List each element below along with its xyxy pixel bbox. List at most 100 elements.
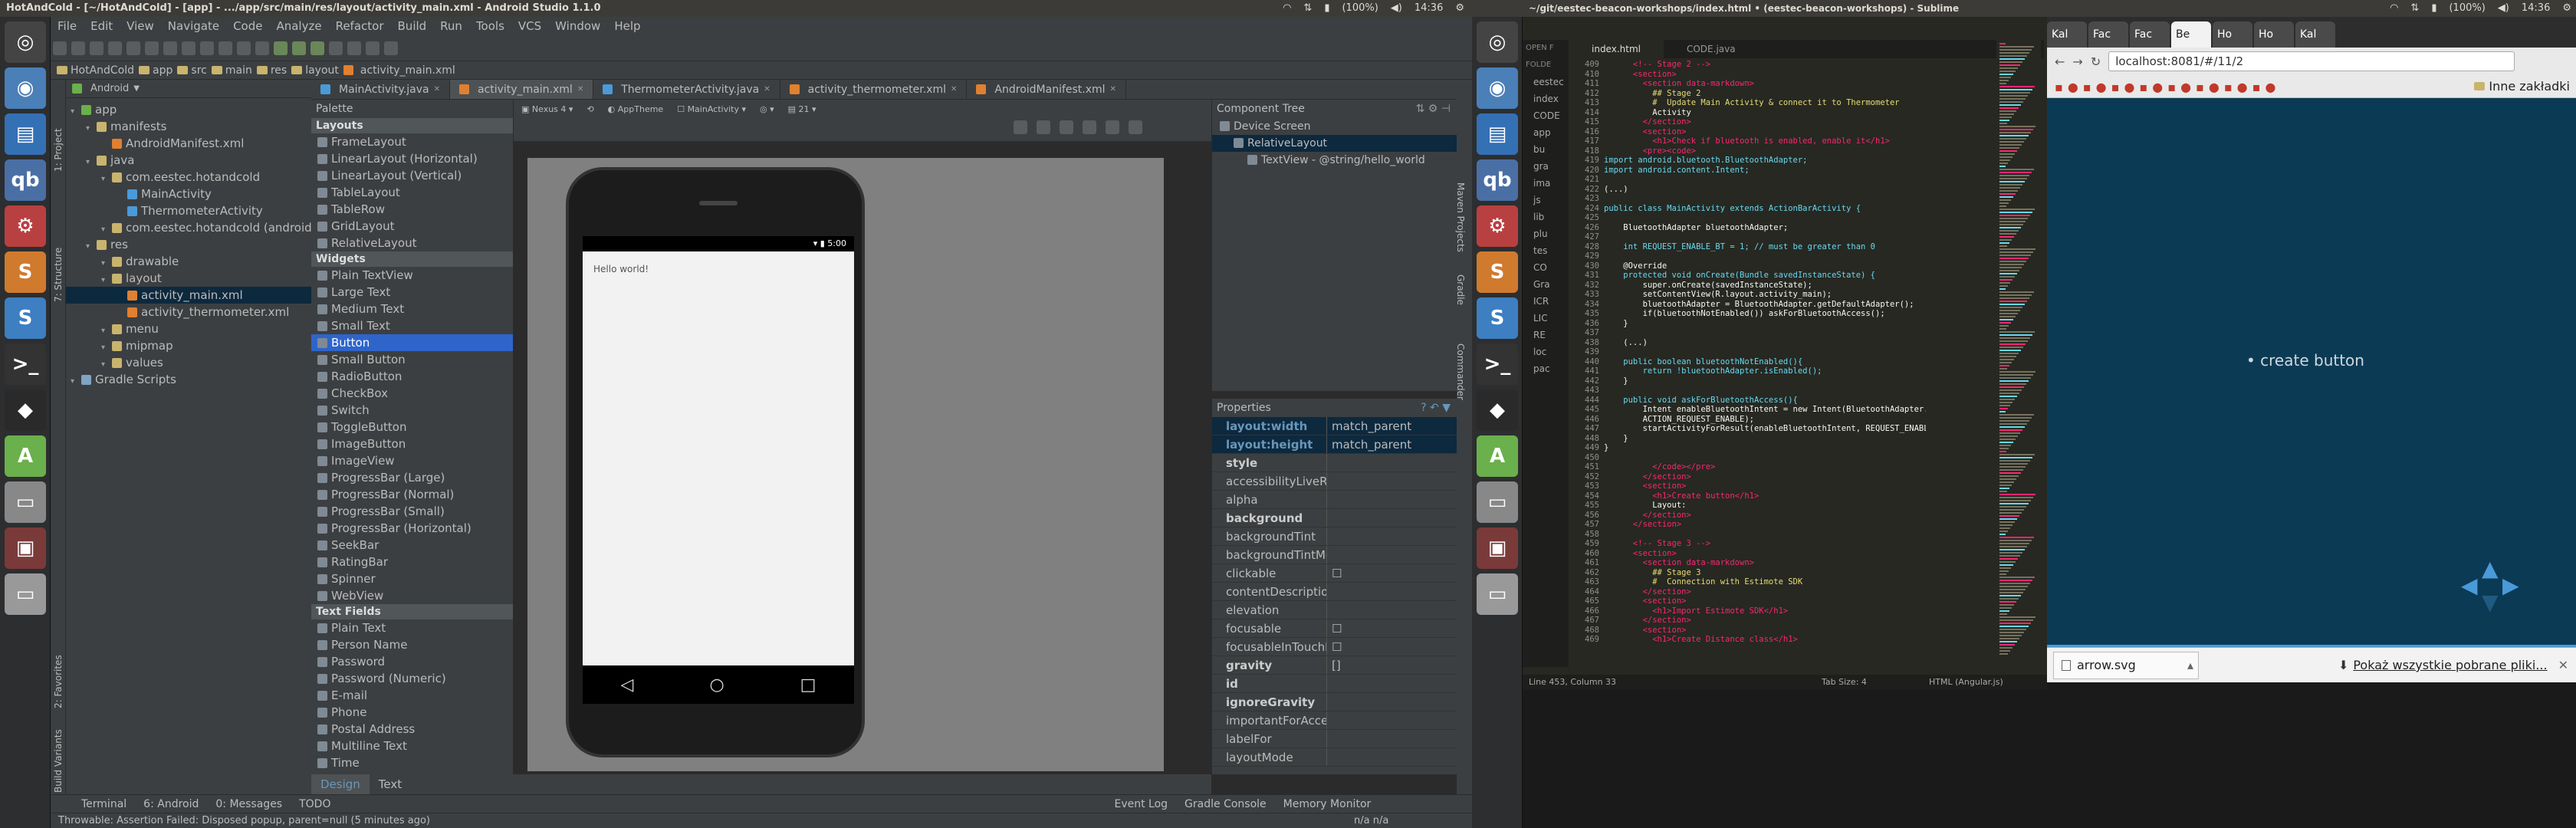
palette-item[interactable]: Switch: [311, 402, 513, 419]
zoom-fit-icon[interactable]: [1014, 120, 1027, 134]
breadcrumb-item[interactable]: layout: [291, 64, 339, 77]
palette-item[interactable]: Password (Numeric): [311, 670, 513, 687]
property-value[interactable]: ☐: [1327, 638, 1457, 656]
sublime-icon[interactable]: S: [5, 251, 46, 293]
gear-icon[interactable]: ⚙: [2562, 0, 2571, 17]
drive-icon[interactable]: ▭: [1477, 481, 1518, 523]
breadcrumb-item[interactable]: activity_main.xml: [343, 64, 455, 77]
property-value[interactable]: [1327, 454, 1457, 472]
property-row[interactable]: accessibilityLiveReg: [1212, 472, 1457, 491]
editor-tab[interactable]: MainActivity.java ✕: [311, 80, 450, 99]
palette-item[interactable]: LinearLayout (Horizontal): [311, 150, 513, 167]
property-row[interactable]: background: [1212, 509, 1457, 527]
property-value[interactable]: []: [1327, 656, 1457, 674]
palette-item[interactable]: Medium Text: [311, 301, 513, 317]
property-value[interactable]: [1327, 675, 1457, 692]
property-row[interactable]: layout:width match_parent: [1212, 417, 1457, 435]
menu-edit[interactable]: Edit: [84, 17, 120, 35]
expand-arrow-icon[interactable]: ▾: [71, 373, 81, 390]
palette-item[interactable]: FrameLayout: [311, 133, 513, 150]
document-icon[interactable]: ▤: [1477, 113, 1518, 155]
editor-tab[interactable]: activity_thermometer.xml ✕: [780, 80, 968, 99]
project-tree-item[interactable]: ▾ mipmap: [66, 337, 311, 354]
property-row[interactable]: contentDescription: [1212, 583, 1457, 601]
stop-icon[interactable]: [329, 41, 343, 55]
gear-icon[interactable]: ⚙: [1455, 0, 1464, 17]
breadcrumb-item[interactable]: main: [211, 64, 252, 77]
download-item[interactable]: arrow.svg ▴: [2053, 651, 2199, 679]
palette-group-header[interactable]: Text Fields: [311, 604, 513, 619]
project-tree-item[interactable]: MainActivity: [66, 186, 311, 202]
component-tree-item[interactable]: RelativeLayout: [1212, 135, 1457, 152]
close-tab-icon[interactable]: ✕: [1110, 80, 1116, 100]
skype-icon[interactable]: S: [5, 297, 46, 339]
chromium-icon[interactable]: ◉: [1477, 67, 1518, 109]
palette-item[interactable]: Plain Text: [311, 619, 513, 636]
sidebar-entry[interactable]: CO: [1523, 259, 1569, 276]
palette-item[interactable]: ProgressBar (Large): [311, 469, 513, 486]
battery-icon[interactable]: ▮: [2431, 0, 2436, 17]
wifi-icon[interactable]: ◠: [2390, 0, 2398, 17]
network-icon[interactable]: ⇅: [1303, 0, 1312, 17]
tab-size[interactable]: Tab Size: 4: [1822, 675, 1867, 690]
debug-icon[interactable]: [310, 41, 324, 55]
dash-icon[interactable]: ◎: [5, 21, 46, 63]
paste-icon[interactable]: [182, 41, 196, 55]
activity-selector[interactable]: ☐ MainActivity ▾: [677, 104, 746, 114]
menu-window[interactable]: Window: [548, 17, 607, 35]
property-row[interactable]: clickable ☐: [1212, 564, 1457, 583]
project-tree-item[interactable]: ▾ app: [66, 101, 311, 118]
close-tab-icon[interactable]: ✕: [764, 80, 770, 100]
tool-build-variants[interactable]: Build Variants: [53, 729, 64, 793]
disk-icon[interactable]: ▣: [1477, 527, 1518, 569]
chromium-icon[interactable]: ◉: [5, 67, 46, 109]
sidebar-entry[interactable]: lib: [1523, 209, 1569, 225]
palette-item[interactable]: Multiline Text: [311, 738, 513, 754]
theme-selector[interactable]: ◐ AppTheme: [608, 104, 664, 114]
tree-options-icon[interactable]: ⇅ ⚙ ⊣: [1416, 100, 1451, 118]
android-studio-icon[interactable]: A: [5, 435, 46, 477]
sidebar-entry[interactable]: index: [1523, 90, 1569, 107]
property-row[interactable]: alpha: [1212, 491, 1457, 509]
property-row[interactable]: labelFor: [1212, 730, 1457, 748]
project-tree-item[interactable]: activity_main.xml: [66, 287, 311, 304]
address-bar[interactable]: localhost:8081/#/11/2: [2108, 51, 2515, 71]
menu-help[interactable]: Help: [607, 17, 647, 35]
redo-icon[interactable]: [127, 41, 140, 55]
palette-item[interactable]: RadioButton: [311, 368, 513, 385]
tool-memory-monitor[interactable]: Memory Monitor: [1283, 798, 1372, 810]
browser-tab[interactable]: Kal: [2295, 21, 2335, 48]
sublime-icon[interactable]: S: [1477, 251, 1518, 293]
tool-gradle-console[interactable]: Gradle Console: [1184, 798, 1267, 810]
refresh-icon[interactable]: [1106, 120, 1119, 134]
undo-icon[interactable]: [108, 41, 122, 55]
reload-icon[interactable]: ↻: [2091, 54, 2101, 69]
project-tree-item[interactable]: ▾ com.eestec.hotandcold: [66, 169, 311, 186]
volume-icon[interactable]: ◀): [1391, 0, 1402, 17]
other-bookmarks[interactable]: Inne zakładki: [2474, 79, 2570, 94]
zoom-in-icon[interactable]: [1060, 120, 1073, 134]
usb-drive-icon[interactable]: ▭: [1477, 573, 1518, 615]
palette-item[interactable]: GridLayout: [311, 218, 513, 235]
open-icon[interactable]: [53, 41, 67, 55]
palette-group-header[interactable]: Widgets: [311, 251, 513, 267]
sidebar-entry[interactable]: gra: [1523, 158, 1569, 175]
menu-tools[interactable]: Tools: [469, 17, 511, 35]
project-tree-item[interactable]: ▾ layout: [66, 270, 311, 287]
close-tab-icon[interactable]: ✕: [951, 80, 957, 100]
copy-icon[interactable]: [163, 41, 177, 55]
property-value[interactable]: match_parent: [1327, 417, 1457, 435]
status-message[interactable]: Throwable: Assertion Failed: Disposed po…: [58, 815, 430, 826]
palette-item[interactable]: ImageView: [311, 452, 513, 469]
avd-manager-icon[interactable]: [366, 41, 380, 55]
palette-item[interactable]: Person Name: [311, 636, 513, 653]
sidebar-entry[interactable]: eestec: [1523, 74, 1569, 90]
api-selector[interactable]: ▤ 21 ▾: [788, 104, 816, 114]
skype-icon[interactable]: S: [1477, 297, 1518, 339]
property-row[interactable]: focusable ☐: [1212, 619, 1457, 638]
tab-index-html[interactable]: index.html: [1569, 40, 1664, 58]
dash-icon[interactable]: ◎: [1477, 21, 1518, 63]
property-value[interactable]: [1327, 527, 1457, 545]
palette-item[interactable]: ToggleButton: [311, 419, 513, 435]
project-tree-item[interactable]: ▾ manifests: [66, 118, 311, 135]
